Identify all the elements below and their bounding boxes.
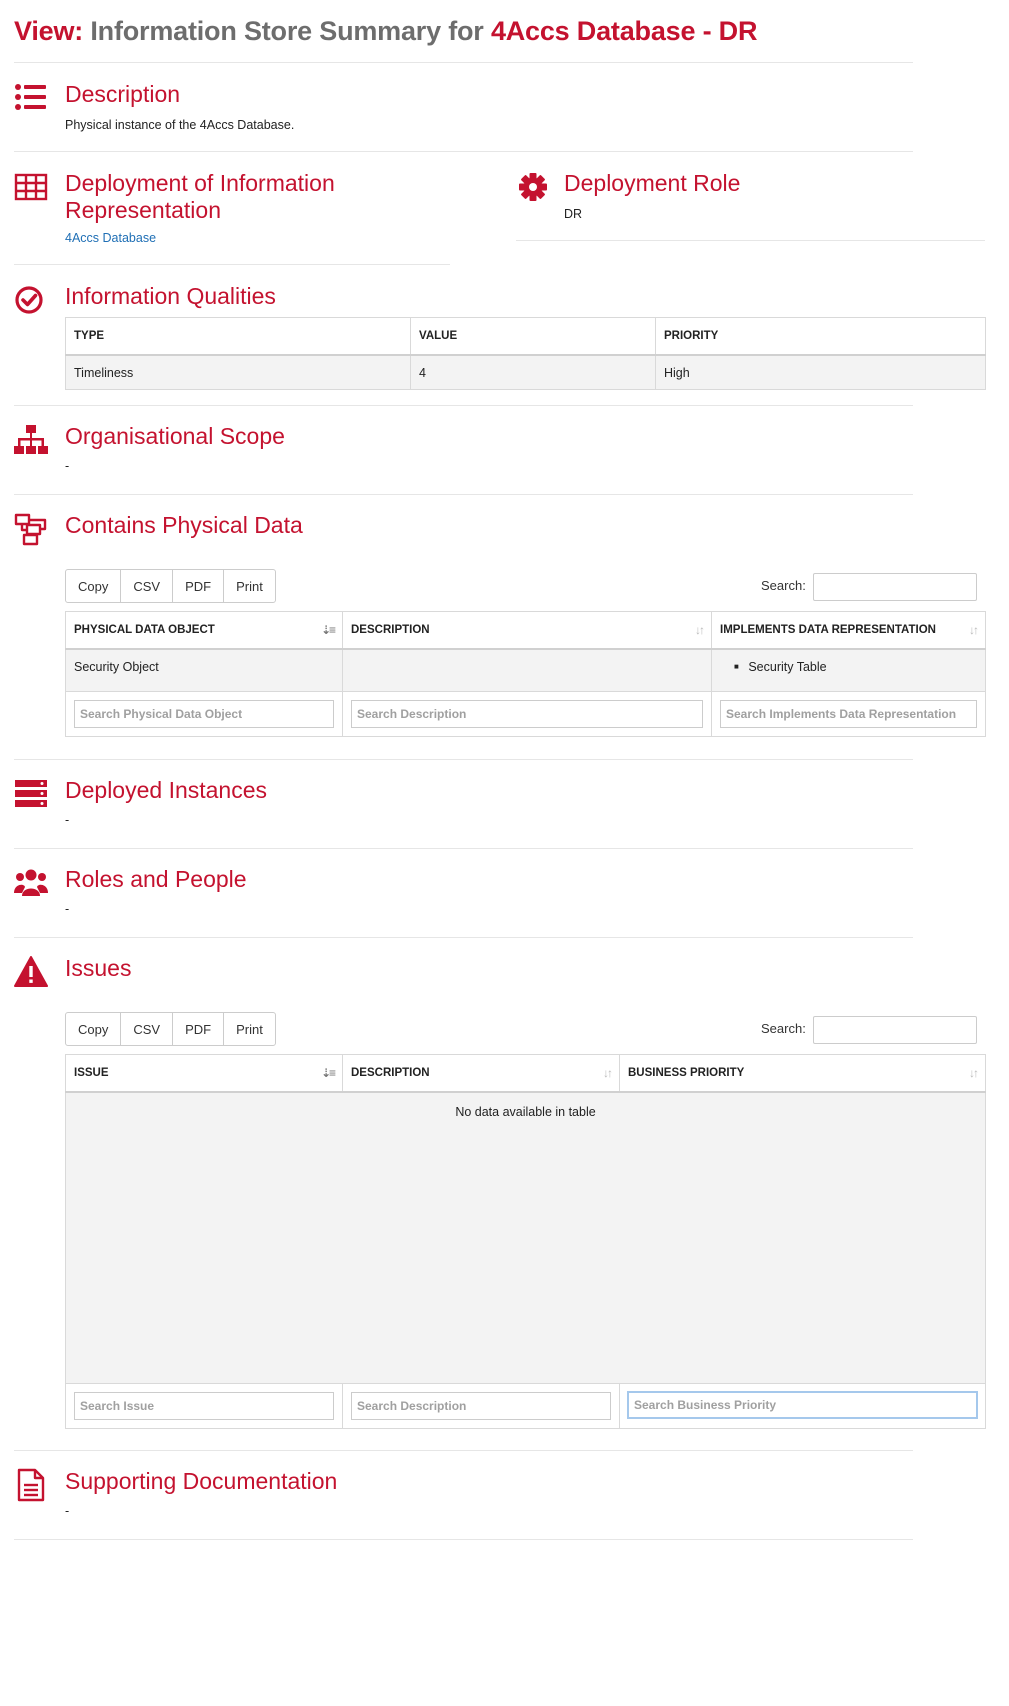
quality-priority-cell: High <box>655 354 986 390</box>
title-prefix: View: <box>14 16 84 46</box>
deployment-info-heading-line2: Representation <box>65 197 221 223</box>
pdf-button[interactable]: PDF <box>172 1012 225 1046</box>
column-header-priority: PRIORITY <box>655 317 986 356</box>
issues-heading: Issues <box>65 955 132 981</box>
organisational-scope-value: - <box>65 459 70 473</box>
physical-data-object-cell: Security Object <box>65 648 343 692</box>
divider <box>14 1539 913 1540</box>
sort-ascending-icon: ⇣≡ <box>320 623 336 637</box>
export-button-group: Copy CSV PDF Print <box>65 1012 276 1046</box>
physical-data-table: PHYSICAL DATA OBJECT ⇣≡ DESCRIPTION ↓↑ I… <box>65 611 986 737</box>
server-icon <box>14 777 48 811</box>
print-button[interactable]: Print <box>223 569 276 603</box>
description-heading: Description <box>65 81 181 107</box>
supporting-documentation-value: - <box>65 1504 70 1518</box>
deployed-instances-value: - <box>65 813 70 827</box>
divider <box>14 264 450 265</box>
information-qualities-heading: Information Qualities <box>65 283 276 309</box>
search-description-input[interactable] <box>351 1391 611 1420</box>
sort-ascending-icon: ⇣≡ <box>320 1066 336 1080</box>
document-icon <box>14 1468 48 1502</box>
quality-value-cell: 4 <box>410 354 656 390</box>
copy-button[interactable]: Copy <box>65 1012 122 1046</box>
check-circle-icon <box>14 283 48 317</box>
copy-button[interactable]: Copy <box>65 569 122 603</box>
title-middle: Information Store Summary for <box>90 16 484 46</box>
column-header-description[interactable]: DESCRIPTION ↓↑ <box>342 1054 620 1093</box>
export-button-group: Copy CSV PDF Print <box>65 569 276 603</box>
table-grid-icon <box>14 170 48 204</box>
deployment-info-heading-line1: Deployment of Information <box>65 170 335 196</box>
column-header-physical-data-object[interactable]: PHYSICAL DATA OBJECT ⇣≡ <box>65 611 343 650</box>
users-icon <box>14 866 48 900</box>
sort-both-icon: ↓↑ <box>969 623 979 637</box>
physical-data-icon <box>14 512 48 546</box>
contains-physical-data-heading: Contains Physical Data <box>65 512 303 538</box>
sort-both-icon: ↓↑ <box>969 1066 979 1080</box>
warning-icon <box>14 955 48 989</box>
divider <box>14 848 913 849</box>
column-header-issue[interactable]: ISSUE ⇣≡ <box>65 1054 343 1093</box>
filter-row <box>65 1382 986 1429</box>
search-label: Search: <box>761 1021 806 1036</box>
search-implements-data-representation-input[interactable] <box>720 699 977 728</box>
divider <box>516 240 985 241</box>
divider <box>14 405 913 406</box>
divider <box>14 1450 913 1451</box>
divider <box>14 759 913 760</box>
search-physical-data-object-input[interactable] <box>74 699 334 728</box>
deployed-instances-heading: Deployed Instances <box>65 777 268 803</box>
table-row: Security Object ■ Security Table <box>65 648 986 692</box>
deployment-role-value: DR <box>564 207 583 221</box>
empty-table-row: No data available in table <box>65 1091 986 1384</box>
org-chart-icon <box>14 423 48 457</box>
csv-button[interactable]: CSV <box>120 569 174 603</box>
table-row: Timeliness 4 High <box>65 354 986 390</box>
print-button[interactable]: Print <box>223 1012 276 1046</box>
divider <box>14 62 913 63</box>
deployment-role-heading: Deployment Role <box>564 170 741 196</box>
sort-both-icon: ↓↑ <box>603 1066 613 1080</box>
implements-item: Security Table <box>748 660 827 674</box>
supporting-documentation-heading: Supporting Documentation <box>65 1468 338 1494</box>
divider <box>14 937 913 938</box>
information-representation-link[interactable]: 4Accs Database <box>65 231 156 245</box>
csv-button[interactable]: CSV <box>120 1012 174 1046</box>
sort-both-icon: ↓↑ <box>695 623 705 637</box>
list-icon <box>14 80 48 114</box>
quality-type-cell: Timeliness <box>65 354 411 390</box>
description-cell <box>342 648 712 692</box>
search-description-input[interactable] <box>351 699 703 728</box>
search-issue-input[interactable] <box>74 1391 334 1420</box>
column-header-description[interactable]: DESCRIPTION ↓↑ <box>342 611 712 650</box>
search-input[interactable] <box>813 573 977 601</box>
gear-icon <box>516 170 550 204</box>
information-qualities-table: TYPE VALUE PRIORITY Timeliness 4 High <box>65 317 986 390</box>
no-data-message: No data available in table <box>65 1091 986 1384</box>
search-business-priority-input[interactable] <box>627 1390 978 1419</box>
organisational-scope-heading: Organisational Scope <box>65 423 285 449</box>
column-header-type: TYPE <box>65 317 411 356</box>
column-header-implements-data-representation[interactable]: IMPLEMENTS DATA REPRESENTATION ↓↑ <box>711 611 986 650</box>
search-input[interactable] <box>813 1016 977 1044</box>
pdf-button[interactable]: PDF <box>172 569 225 603</box>
deployment-info-heading: Deployment of Information Representation <box>65 170 335 224</box>
bullet-icon: ■ <box>734 662 739 671</box>
roles-and-people-heading: Roles and People <box>65 866 247 892</box>
description-text: Physical instance of the 4Accs Database. <box>65 118 295 132</box>
divider <box>14 151 913 152</box>
title-subject: 4Accs Database - DR <box>490 16 758 46</box>
column-header-business-priority[interactable]: BUSINESS PRIORITY ↓↑ <box>619 1054 986 1093</box>
column-header-value: VALUE <box>410 317 656 356</box>
filter-row <box>65 690 986 737</box>
issues-table: ISSUE ⇣≡ DESCRIPTION ↓↑ BUSINESS PRIORIT… <box>65 1054 986 1429</box>
search-label: Search: <box>761 578 806 593</box>
implements-data-representation-cell: ■ Security Table <box>711 648 986 692</box>
page-title: View: Information Store Summary for 4Acc… <box>14 16 757 47</box>
divider <box>14 494 913 495</box>
roles-and-people-value: - <box>65 902 70 916</box>
